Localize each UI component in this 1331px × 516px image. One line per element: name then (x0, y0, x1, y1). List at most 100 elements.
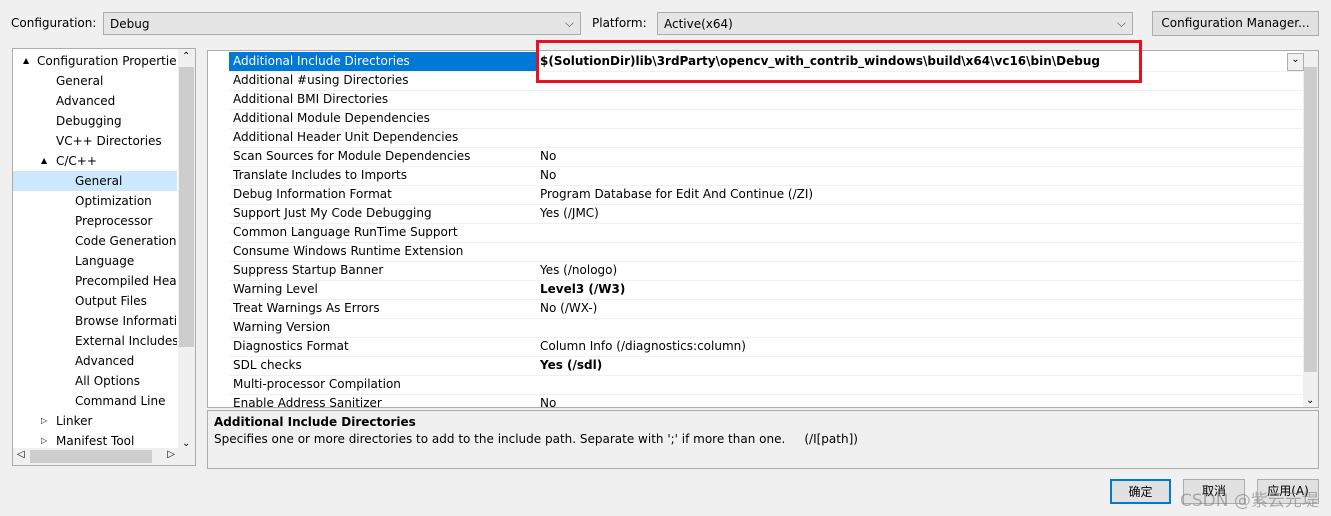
property-name: Treat Warnings As Errors (233, 301, 380, 315)
tree-item-label: Preprocessor (75, 214, 153, 228)
property-name: Multi-processor Compilation (233, 377, 401, 391)
property-name: Additional #using Directories (233, 73, 409, 87)
property-row[interactable]: Additional Header Unit Dependencies (229, 128, 1304, 148)
tree-item[interactable]: Debugging (13, 111, 177, 131)
property-value[interactable]: Column Info (/diagnostics:column) (540, 337, 746, 356)
property-row[interactable]: Common Language RunTime Support (229, 223, 1304, 243)
property-value[interactable]: Yes (/nologo) (540, 261, 617, 280)
tree-item[interactable]: General (13, 71, 177, 91)
property-row[interactable]: Additional BMI Directories (229, 90, 1304, 110)
property-name: Scan Sources for Module Dependencies (233, 149, 471, 163)
property-name: Common Language RunTime Support (233, 225, 458, 239)
tree-item-label: Command Line (75, 394, 166, 408)
hscroll-thumb[interactable] (30, 450, 152, 463)
tree-item-label: VC++ Directories (56, 134, 162, 148)
scroll-down-icon[interactable]: ⌄ (1306, 395, 1314, 406)
tree-vertical-scrollbar[interactable]: ⌃ ⌄ (178, 49, 195, 449)
tree-item[interactable]: Code Generation (13, 231, 177, 251)
watermark: CSDN @紫云元堤 (1180, 491, 1319, 511)
property-value[interactable]: No (540, 394, 556, 407)
tree-item[interactable]: General (13, 171, 177, 191)
property-row[interactable]: Warning Level Level3 (/W3) (229, 280, 1304, 300)
property-name: Warning Version (233, 320, 331, 334)
property-tree[interactable]: ⌃ ⌄ ◁ ▷ ▲ Configuration Properties General… (12, 48, 196, 466)
expanded-icon[interactable]: ▲ (41, 151, 47, 171)
tree-item[interactable]: Optimization (13, 191, 177, 211)
property-name: SDL checks (233, 358, 302, 372)
tree-item-label: Code Generation (75, 234, 177, 248)
collapsed-icon[interactable]: ▷ (41, 411, 47, 431)
tree-item-label: C/C++ (56, 154, 97, 168)
tree-item[interactable]: External Includes (13, 331, 177, 351)
tree-item-label: Output Files (75, 294, 147, 308)
ok-button[interactable]: 确定 (1110, 479, 1171, 504)
property-value[interactable]: Program Database for Edit And Continue (… (540, 185, 813, 204)
property-name: Additional Include Directories (229, 52, 536, 71)
scroll-up-icon[interactable]: ⌃ (182, 51, 190, 62)
grid-vertical-scrollbar[interactable]: ⌄ (1303, 51, 1318, 407)
property-row[interactable]: Enable Address Sanitizer No (229, 394, 1304, 408)
property-row[interactable]: Support Just My Code Debugging Yes (/JMC) (229, 204, 1304, 224)
property-value[interactable]: No (/WX-) (540, 299, 597, 318)
tree-item[interactable]: Output Files (13, 291, 177, 311)
property-row[interactable]: Debug Information Format Program Database… (229, 185, 1304, 205)
property-name: Additional BMI Directories (233, 92, 389, 106)
configuration-manager-button[interactable]: Configuration Manager... (1152, 11, 1319, 36)
property-row[interactable]: Additional Module Dependencies (229, 109, 1304, 129)
collapsed-icon[interactable]: ▷ (41, 431, 47, 451)
tree-item[interactable]: All Options (13, 371, 177, 391)
property-value[interactable]: Yes (/sdl) (540, 356, 602, 375)
configuration-label: Configuration: (11, 16, 97, 30)
platform-combo[interactable]: Active(x64) ⌵ (657, 12, 1133, 35)
chevron-down-icon: ⌵ (1116, 16, 1126, 30)
tree-item-label: General (75, 174, 123, 188)
property-row[interactable]: Diagnostics Format Column Info (/diagnost… (229, 337, 1304, 357)
tree-item[interactable]: Advanced (13, 351, 177, 371)
property-name: Diagnostics Format (233, 339, 349, 353)
tree-item[interactable]: Browse Information (13, 311, 177, 331)
property-name: Warning Level (233, 282, 318, 296)
property-value[interactable]: No (540, 166, 556, 185)
expanded-icon[interactable]: ▲ (23, 51, 29, 71)
description-text: Specifies one or more directories to add… (214, 432, 858, 446)
tree-item[interactable]: ▲ C/C++ (13, 151, 177, 171)
tree-item[interactable]: ▷ Manifest Tool (13, 431, 177, 451)
tree-item-label: Optimization (75, 194, 152, 208)
tree-item[interactable]: Language (13, 251, 177, 271)
property-name: Enable Address Sanitizer (233, 396, 382, 408)
tree-item[interactable]: Advanced (13, 91, 177, 111)
chevron-down-icon: ⌵ (564, 16, 574, 30)
scroll-thumb[interactable] (1304, 67, 1317, 372)
tree-item-label: Configuration Properties (37, 54, 177, 68)
tree-item[interactable]: VC++ Directories (13, 131, 177, 151)
tree-item-label: Advanced (56, 94, 116, 108)
configuration-combo[interactable]: Debug ⌵ (103, 12, 581, 35)
scroll-thumb[interactable] (179, 67, 194, 347)
property-row[interactable]: Scan Sources for Module Dependencies No (229, 147, 1304, 167)
tree-item-label: Precompiled Headers (75, 274, 177, 288)
property-value[interactable]: Yes (/JMC) (540, 204, 599, 223)
property-grid[interactable]: ⌄ ⌄ Additional Include Directories $(Solu… (207, 50, 1319, 408)
tree-item-label: Linker (56, 414, 93, 428)
tree-item[interactable]: ▲ Configuration Properties (13, 51, 177, 71)
property-row[interactable]: Translate Includes to Imports No (229, 166, 1304, 186)
tree-item[interactable]: ▷ Linker (13, 411, 177, 431)
property-name: Consume Windows Runtime Extension (233, 244, 464, 258)
property-row[interactable]: Consume Windows Runtime Extension (229, 242, 1304, 262)
property-row[interactable]: Warning Version (229, 318, 1304, 338)
property-row[interactable]: SDL checks Yes (/sdl) (229, 356, 1304, 376)
tree-item-label: Language (75, 254, 135, 268)
property-row[interactable]: Suppress Startup Banner Yes (/nologo) (229, 261, 1304, 281)
property-value[interactable]: Level3 (/W3) (540, 280, 625, 299)
tree-item[interactable]: Command Line (13, 391, 177, 411)
platform-label: Platform: (592, 16, 647, 30)
tree-item-label: External Includes (75, 334, 177, 348)
property-name: Debug Information Format (233, 187, 392, 201)
property-row[interactable]: Multi-processor Compilation (229, 375, 1304, 395)
tree-item[interactable]: Preprocessor (13, 211, 177, 231)
tree-item[interactable]: Precompiled Headers (13, 271, 177, 291)
description-panel: Additional Include Directories Specifies… (207, 410, 1319, 469)
property-name: Support Just My Code Debugging (233, 206, 432, 220)
property-row[interactable]: Treat Warnings As Errors No (/WX-) (229, 299, 1304, 319)
property-value[interactable]: No (540, 147, 556, 166)
